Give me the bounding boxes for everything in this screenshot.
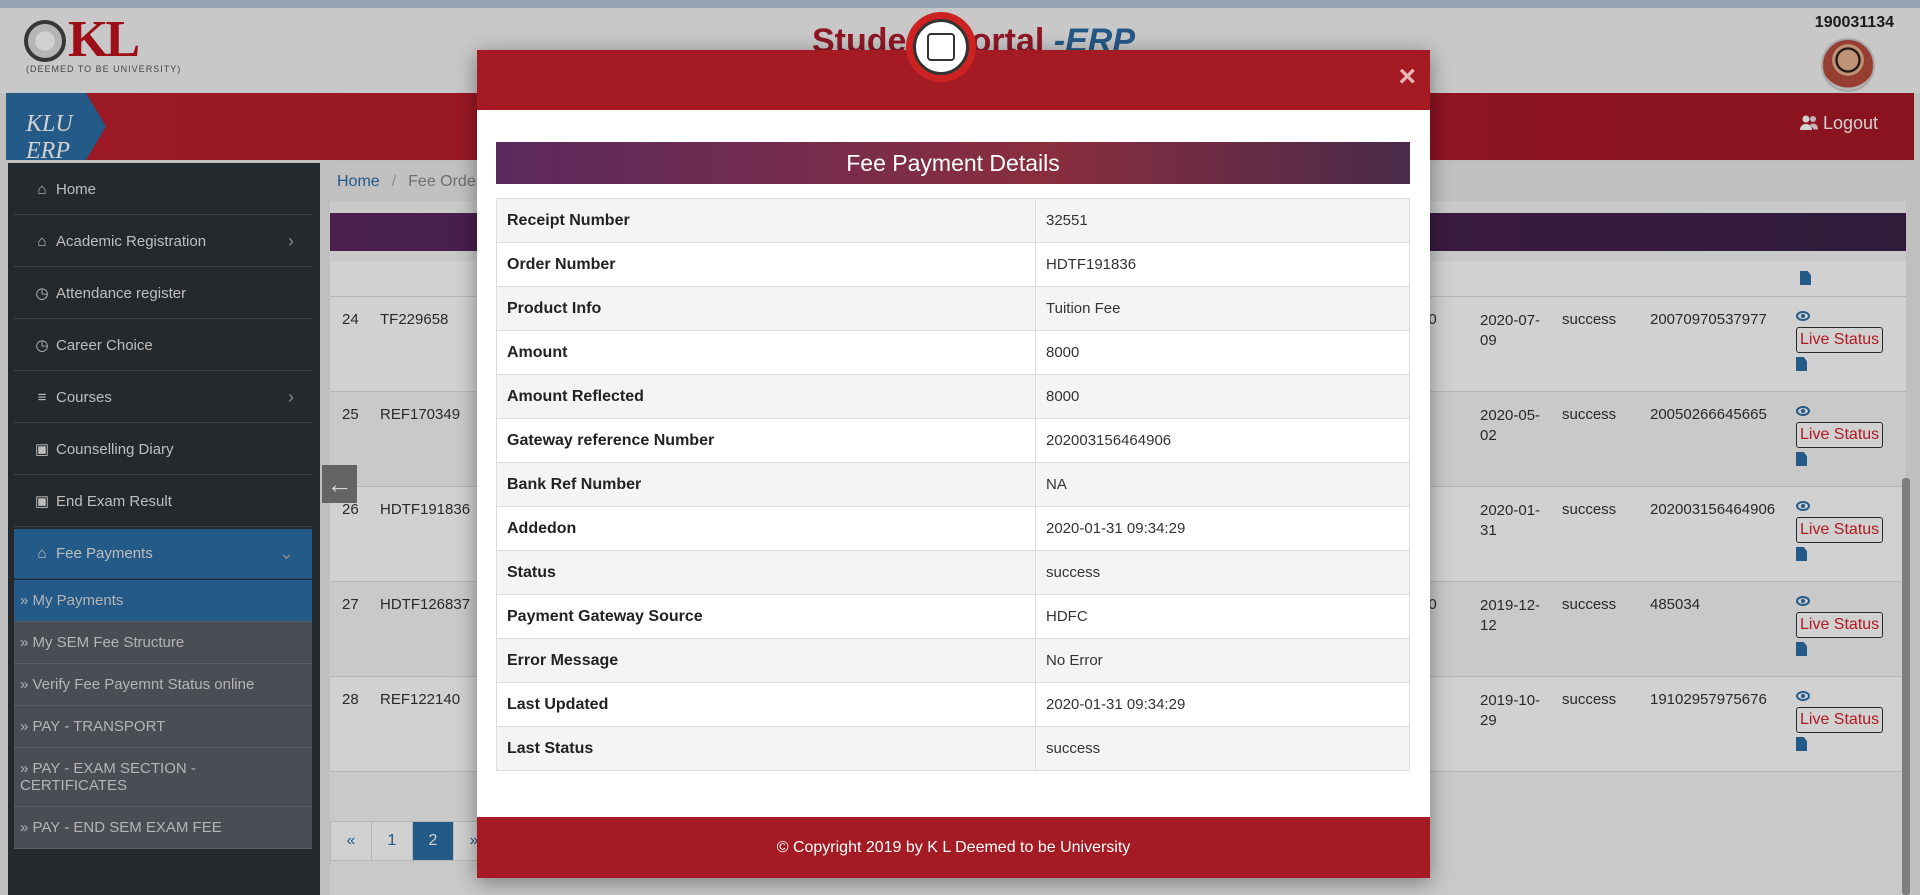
modal-title: Fee Payment Details — [496, 142, 1410, 184]
detail-row: Status success — [496, 550, 1410, 595]
detail-value: 2020-01-31 09:34:29 — [1035, 506, 1410, 551]
detail-key: Status — [496, 550, 1036, 595]
detail-key: Amount — [496, 330, 1036, 375]
detail-value: HDFC — [1035, 594, 1410, 639]
detail-key: Addedon — [496, 506, 1036, 551]
detail-row: Addedon 2020-01-31 09:34:29 — [496, 506, 1410, 551]
detail-value: 32551 — [1035, 198, 1410, 243]
detail-row: Last Status success — [496, 726, 1410, 771]
university-seal-icon — [906, 12, 976, 82]
detail-value: 2020-01-31 09:34:29 — [1035, 682, 1410, 727]
seal-inner — [913, 19, 969, 75]
detail-key: Payment Gateway Source — [496, 594, 1036, 639]
close-icon[interactable]: × — [1398, 62, 1416, 92]
detail-row: Amount Reflected 8000 — [496, 374, 1410, 419]
detail-key: Last Status — [496, 726, 1036, 771]
detail-key: Order Number — [496, 242, 1036, 287]
detail-key: Last Updated — [496, 682, 1036, 727]
detail-key: Gateway reference Number — [496, 418, 1036, 463]
detail-row: Product Info Tuition Fee — [496, 286, 1410, 331]
modal-header: × — [477, 12, 1430, 110]
detail-value: 8000 — [1035, 330, 1410, 375]
detail-value: Tuition Fee — [1035, 286, 1410, 331]
detail-row: Order Number HDTF191836 — [496, 242, 1410, 287]
detail-row: Last Updated 2020-01-31 09:34:29 — [496, 682, 1410, 727]
detail-value: success — [1035, 550, 1410, 595]
detail-row: Amount 8000 — [496, 330, 1410, 375]
detail-key: Product Info — [496, 286, 1036, 331]
detail-key: Bank Ref Number — [496, 462, 1036, 507]
detail-row: Error Message No Error — [496, 638, 1410, 683]
payment-details-table: Receipt Number 32551 Order Number HDTF1918… — [496, 198, 1410, 771]
detail-row: Receipt Number 32551 — [496, 198, 1410, 243]
detail-row: Bank Ref Number NA — [496, 462, 1410, 507]
detail-value: No Error — [1035, 638, 1410, 683]
detail-row: Gateway reference Number 202003156464906 — [496, 418, 1410, 463]
detail-key: Receipt Number — [496, 198, 1036, 243]
detail-value: NA — [1035, 462, 1410, 507]
modal-footer: © Copyright 2019 by K L Deemed to be Uni… — [477, 817, 1430, 878]
detail-value: success — [1035, 726, 1410, 771]
detail-key: Error Message — [496, 638, 1036, 683]
fee-payment-modal: × Fee Payment Details Receipt Number 3255… — [477, 12, 1430, 878]
detail-value: 202003156464906 — [1035, 418, 1410, 463]
detail-value: 8000 — [1035, 374, 1410, 419]
detail-key: Amount Reflected — [496, 374, 1036, 419]
detail-value: HDTF191836 — [1035, 242, 1410, 287]
seal-core — [927, 33, 955, 61]
detail-row: Payment Gateway Source HDFC — [496, 594, 1410, 639]
